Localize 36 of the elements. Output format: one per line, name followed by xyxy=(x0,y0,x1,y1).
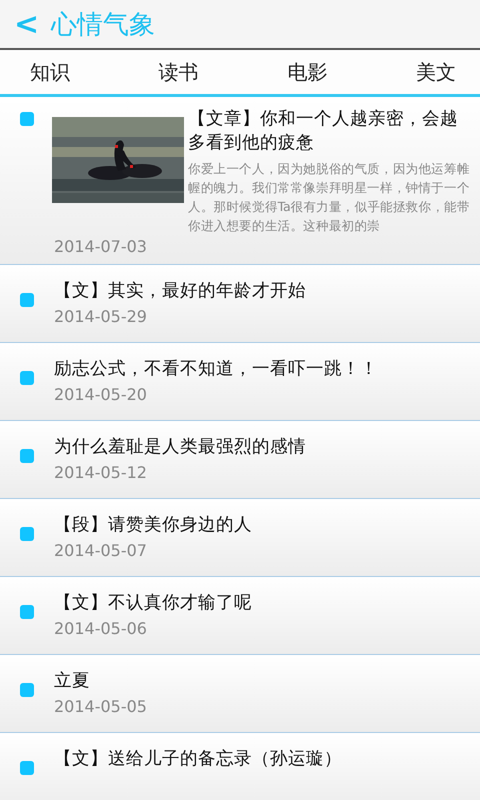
article-item[interactable]: 【文】不认真你才输了呢 2014-05-06 xyxy=(0,577,480,655)
article-item[interactable]: 为什么羞耻是人类最强烈的感情 2014-05-12 xyxy=(0,421,480,499)
article-item[interactable]: 【段】请赞美你身边的人 2014-05-07 xyxy=(0,499,480,577)
category-tab[interactable]: 知识 xyxy=(30,58,70,86)
article-item[interactable]: 【文】其实，最好的年龄才开始 2014-05-29 xyxy=(0,265,480,343)
article-date: 2014-05-06 xyxy=(54,619,148,638)
article-title: 【文】不认真你才输了呢 xyxy=(54,592,253,615)
article-date: 2014-05-29 xyxy=(54,307,148,326)
screen-title: 心情气象 xyxy=(51,8,156,42)
bullet-icon xyxy=(20,449,34,463)
article-title: 励志公式，不看不知道，一看吓一跳！！ xyxy=(54,358,379,381)
bullet-icon xyxy=(20,683,34,697)
article-summary: 你爱上一个人，因为她脱俗的气质，因为他运筹帷幄的魄力。我们常常像崇拜明星一样，钟情于一个人。那时候觉得Ta很有力量，似乎能拯救你，能带你进入想要的生活。这种最初的崇 xyxy=(188,160,471,235)
bullet-icon xyxy=(20,293,34,307)
article-item[interactable]: 励志公式，不看不知道，一看吓一跳！！ 2014-05-20 xyxy=(0,343,480,421)
bullet-icon xyxy=(20,761,34,775)
category-tab[interactable]: 读书 xyxy=(158,58,199,86)
article-title: 【文】其实，最好的年龄才开始 xyxy=(54,280,307,303)
article-date: 2014-05-20 xyxy=(54,385,148,404)
category-tab[interactable]: 电影 xyxy=(287,58,328,86)
article-date: 2014-05-07 xyxy=(54,541,148,560)
article-item[interactable]: 立夏 2014-05-05 xyxy=(0,655,480,733)
bullet-icon xyxy=(20,605,34,619)
bullet-icon xyxy=(20,527,34,541)
article-title: 【文】送给儿子的备忘录（孙运璇） xyxy=(54,748,343,771)
article-date: 2014-07-03 xyxy=(54,237,148,256)
article-item[interactable]: 【文章】你和一个人越亲密，会越多看到他的疲惫 你爱上一个人，因为她脱俗的气质，因为他运筹帷幄的魄力。我们常常像崇拜明星一样，钟情于一个人。那时候觉得Ta很有力量，似乎能拯救你，能带你进入想要的生活。这种最初的崇 2014-07-03 xyxy=(0,97,480,265)
article-title: 【段】请赞美你身边的人 xyxy=(54,514,253,537)
article-title: 为什么羞耻是人类最强烈的感情 xyxy=(54,436,307,459)
article-date: 2014-05-05 xyxy=(54,697,148,716)
category-tab[interactable]: 美文 xyxy=(416,58,456,86)
article-title: 立夏 xyxy=(54,670,91,693)
bullet-icon xyxy=(20,112,34,126)
article-title: 【文章】你和一个人越亲密，会越多看到他的疲惫 xyxy=(188,108,459,155)
bullet-icon xyxy=(20,371,34,385)
article-date: 2014-05-12 xyxy=(54,463,148,482)
